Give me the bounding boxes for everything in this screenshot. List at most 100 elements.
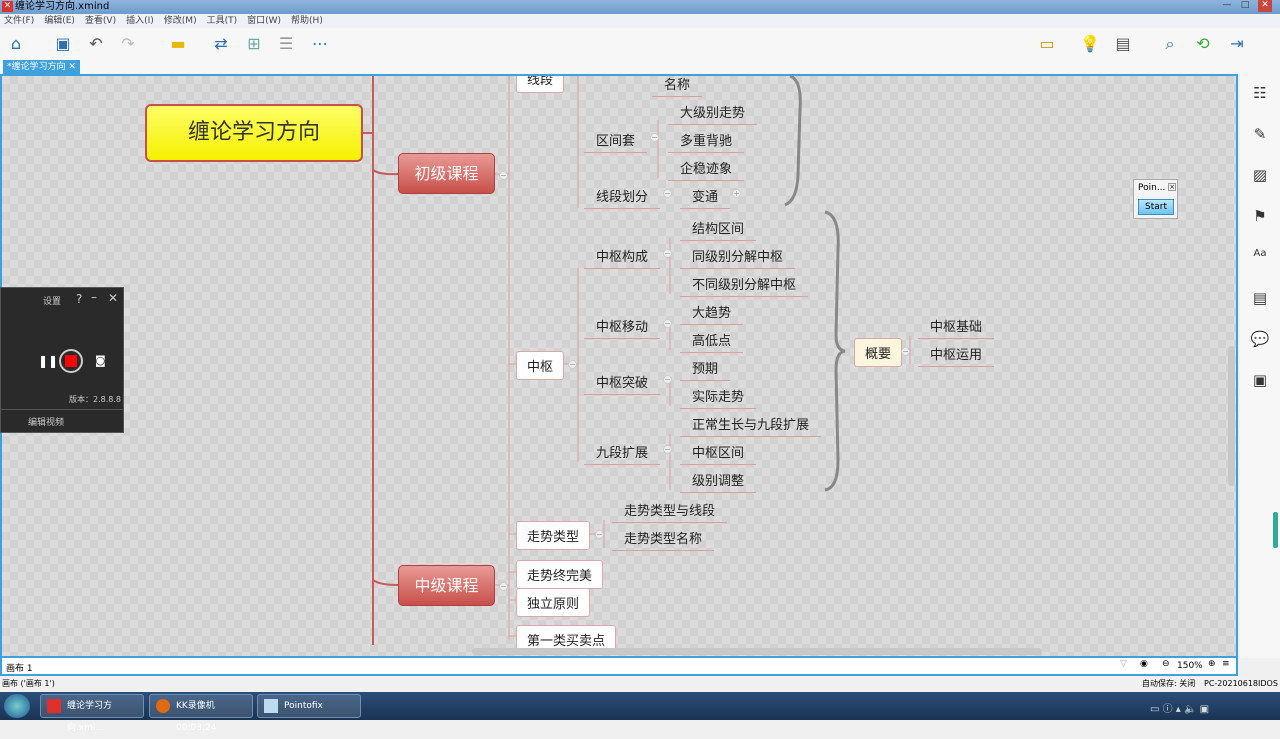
topic-icon[interactable]: ▬: [168, 34, 188, 54]
recorder-settings[interactable]: 设置: [43, 294, 61, 307]
collapse-icon[interactable]: −: [663, 319, 672, 328]
export-icon[interactable]: ⇥: [1227, 34, 1247, 54]
search-icon[interactable]: ⌕: [1160, 34, 1180, 54]
pointofix-start-button[interactable]: Start: [1138, 199, 1174, 215]
start-button[interactable]: [4, 694, 30, 718]
idea-icon[interactable]: 💡: [1080, 34, 1100, 54]
topic-child[interactable]: 走势终完美: [516, 560, 604, 589]
horizontal-scrollbar[interactable]: [472, 648, 1042, 655]
taskbar-item-kk-recorder[interactable]: KK录像机 00:03:24: [149, 694, 253, 733]
summary-child[interactable]: 中枢运用: [918, 344, 995, 367]
maximize-button[interactable]: □: [1238, 0, 1252, 12]
topic-group[interactable]: 中枢构成: [584, 246, 661, 269]
recorder-help[interactable]: ?: [76, 292, 82, 306]
outline-icon[interactable]: ▤: [1113, 34, 1133, 54]
font-icon[interactable]: Aa: [1250, 248, 1270, 268]
topic-child[interactable]: 中枢区间: [680, 442, 757, 465]
topic-child[interactable]: 高低点: [680, 330, 744, 353]
relationship-icon[interactable]: ⇄: [211, 34, 231, 54]
topic-child[interactable]: 实际走势: [680, 386, 757, 409]
minimize-button[interactable]: —: [1220, 0, 1234, 12]
topic-group[interactable]: 九段扩展: [584, 442, 661, 465]
topic-child[interactable]: 走势类型名称: [612, 528, 715, 551]
topic-child[interactable]: 级别调整: [680, 470, 757, 493]
topic-mingcheng[interactable]: 名称: [652, 76, 703, 97]
comment-icon[interactable]: 💬: [1250, 330, 1270, 350]
menu-view[interactable]: 查看(V): [85, 14, 116, 28]
collapse-icon[interactable]: −: [663, 375, 672, 384]
edit-video-button[interactable]: 编辑视频: [28, 415, 64, 428]
home-icon[interactable]: ⌂: [6, 34, 26, 54]
more-icon[interactable]: ⋯: [310, 34, 330, 54]
collapse-icon[interactable]: −: [499, 171, 508, 180]
share-icon[interactable]: ⟲: [1193, 34, 1213, 54]
close-button[interactable]: ✕: [1258, 0, 1272, 12]
recorder-minimize-icon[interactable]: –: [91, 290, 97, 304]
topic-child[interactable]: 大趋势: [680, 302, 744, 325]
topic-child[interactable]: 预期: [680, 358, 731, 381]
topic-biantong[interactable]: 变通: [680, 186, 731, 209]
topic-qujiantao[interactable]: 区间套: [584, 130, 648, 153]
topic-child[interactable]: 正常生长与九段扩展: [680, 414, 822, 437]
notes-icon[interactable]: ▤: [1250, 289, 1270, 309]
collapse-icon[interactable]: −: [901, 347, 910, 356]
topic-xianduanhuafen[interactable]: 线段划分: [584, 186, 661, 209]
recorder-close-icon[interactable]: ✕: [108, 291, 118, 305]
collapse-icon[interactable]: −: [663, 249, 672, 258]
presentation-icon[interactable]: ▭: [1037, 34, 1057, 54]
topic-child[interactable]: 同级别分解中枢: [680, 246, 796, 269]
taskbar-item-pointofix[interactable]: Pointofix: [257, 694, 361, 718]
mindmap-canvas[interactable]: 缠论学习方向 初级课程 − 中级课程 − 线段 名称 区间套 − 大级别走势 多…: [0, 74, 1238, 658]
topic-trend-type[interactable]: 走势类型: [516, 521, 591, 550]
menu-window[interactable]: 窗口(W): [247, 14, 281, 28]
topic-child[interactable]: 大级别走势: [668, 102, 758, 125]
format-brush-icon[interactable]: ✎: [1250, 125, 1270, 145]
pause-icon[interactable]: ❚❚: [38, 354, 58, 368]
topic-child[interactable]: 走势类型与线段: [612, 500, 728, 523]
sidebar-scroll-indicator[interactable]: [1273, 512, 1278, 548]
redo-icon[interactable]: ↷: [118, 34, 138, 54]
undo-icon[interactable]: ↶: [86, 34, 106, 54]
camera-icon[interactable]: ◙: [95, 354, 106, 367]
menu-file[interactable]: 文件(F): [4, 14, 34, 28]
topic-child[interactable]: 独立原则: [516, 588, 591, 617]
menu-tools[interactable]: 工具(T): [207, 14, 238, 28]
collapse-icon[interactable]: −: [663, 189, 672, 198]
summary-icon[interactable]: ☰: [276, 34, 296, 54]
filter-icon[interactable]: ▽: [1120, 659, 1127, 669]
zoom-out-icon[interactable]: ⊖: [1162, 659, 1170, 669]
summary-topic[interactable]: 概要: [854, 338, 903, 367]
expand-icon[interactable]: +: [732, 189, 741, 198]
menu-modify[interactable]: 修改(M): [164, 14, 197, 28]
collapse-icon[interactable]: −: [595, 530, 604, 539]
boundary-icon[interactable]: ⊞: [244, 34, 264, 54]
topic-child[interactable]: 结构区间: [680, 218, 757, 241]
task-icon[interactable]: ▣: [1250, 371, 1270, 391]
image-icon[interactable]: ▨: [1250, 166, 1270, 186]
topic-child[interactable]: 企稳迹象: [668, 158, 745, 181]
taskbar-item-xmind[interactable]: 缠论学习方向.xmi...: [40, 694, 144, 733]
topic-intermediate-course[interactable]: 中级课程: [398, 565, 495, 606]
tab-close-icon[interactable]: ✕: [68, 62, 76, 72]
outline-icon[interactable]: ☷: [1250, 84, 1270, 104]
menu-edit[interactable]: 编辑(E): [44, 14, 75, 28]
pointofix-close-icon[interactable]: ×: [1168, 183, 1176, 191]
tab-mindmap[interactable]: *缠论学习方向 ✕: [3, 60, 80, 74]
root-topic[interactable]: 缠论学习方向: [145, 104, 363, 162]
topic-beginner-course[interactable]: 初级课程: [398, 153, 495, 194]
menu-help[interactable]: 帮助(H): [291, 14, 323, 28]
system-tray-icons[interactable]: ▭ ⓘ ▴ 🔈 ▣: [1150, 700, 1209, 715]
collapse-icon[interactable]: −: [568, 360, 577, 369]
save-icon[interactable]: ▣: [53, 34, 73, 54]
collapse-icon[interactable]: −: [650, 133, 659, 142]
topic-zhongshu[interactable]: 中枢: [516, 351, 565, 380]
topic-group[interactable]: 中枢移动: [584, 316, 661, 339]
topic-child[interactable]: 不同级别分解中枢: [680, 274, 809, 297]
vertical-scrollbar[interactable]: [1228, 346, 1235, 486]
marker-flag-icon[interactable]: ⚑: [1250, 207, 1270, 227]
sheet-tab[interactable]: 画布 1: [6, 661, 33, 674]
summary-child[interactable]: 中枢基础: [918, 316, 995, 339]
record-button[interactable]: [59, 349, 83, 373]
collapse-icon[interactable]: −: [499, 582, 508, 591]
topic-group[interactable]: 中枢突破: [584, 372, 661, 395]
